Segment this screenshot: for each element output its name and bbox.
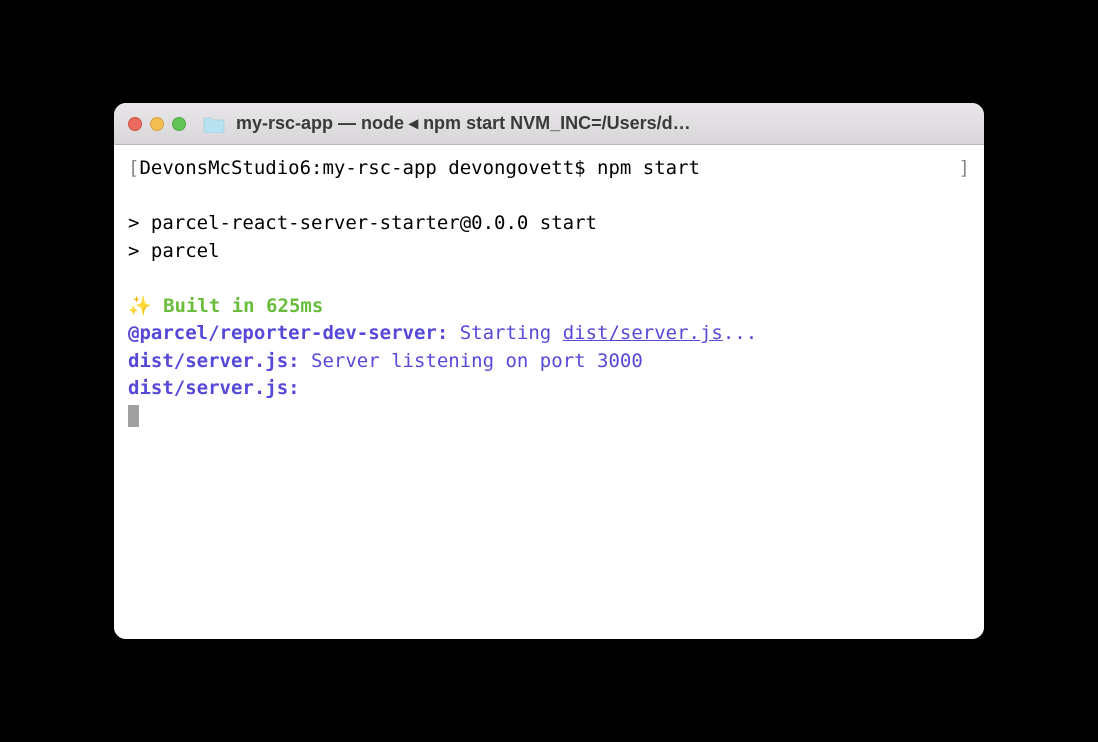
folder-icon: [202, 115, 226, 133]
built-text: Built in 625ms: [163, 295, 323, 317]
minimize-icon[interactable]: [150, 117, 164, 131]
prompt-line: [DevonsMcStudio6:my-rsc-app devongovett$…: [128, 155, 970, 183]
reporter-label-2: dist/server.js:: [128, 350, 300, 372]
prompt-command: npm start: [597, 157, 700, 179]
output-line-2: > parcel: [128, 240, 220, 262]
reporter-line-2: dist/server.js: Server listening on port…: [128, 350, 643, 372]
reporter-line-1: @parcel/reporter-dev-server: Starting di…: [128, 322, 757, 344]
cursor-icon: [128, 405, 139, 427]
prompt-host: DevonsMcStudio6:my-rsc-app devongovett$: [139, 157, 597, 179]
maximize-icon[interactable]: [172, 117, 186, 131]
built-line: ✨ Built in 625ms: [128, 295, 323, 317]
reporter-link: dist/server.js: [563, 322, 723, 344]
window-title: my-rsc-app — node ◂ npm start NVM_INC=/U…: [236, 113, 970, 134]
traffic-lights: [128, 117, 186, 131]
reporter-label-1: @parcel/reporter-dev-server:: [128, 322, 448, 344]
sparkle-icon: ✨: [128, 295, 163, 317]
output-line-1: > parcel-react-server-starter@0.0.0 star…: [128, 212, 597, 234]
reporter-text-1a: Starting: [448, 322, 562, 344]
reporter-text-2: Server listening on port 3000: [300, 350, 643, 372]
bracket-left: [: [128, 157, 139, 179]
bracket-right: ]: [959, 155, 970, 183]
title-bar[interactable]: my-rsc-app — node ◂ npm start NVM_INC=/U…: [114, 103, 984, 145]
terminal-content[interactable]: [DevonsMcStudio6:my-rsc-app devongovett$…: [114, 145, 984, 639]
terminal-window[interactable]: my-rsc-app — node ◂ npm start NVM_INC=/U…: [114, 103, 984, 639]
reporter-text-1b: ...: [723, 322, 757, 344]
reporter-label-3: dist/server.js:: [128, 377, 300, 399]
close-icon[interactable]: [128, 117, 142, 131]
reporter-line-3: dist/server.js:: [128, 377, 300, 399]
